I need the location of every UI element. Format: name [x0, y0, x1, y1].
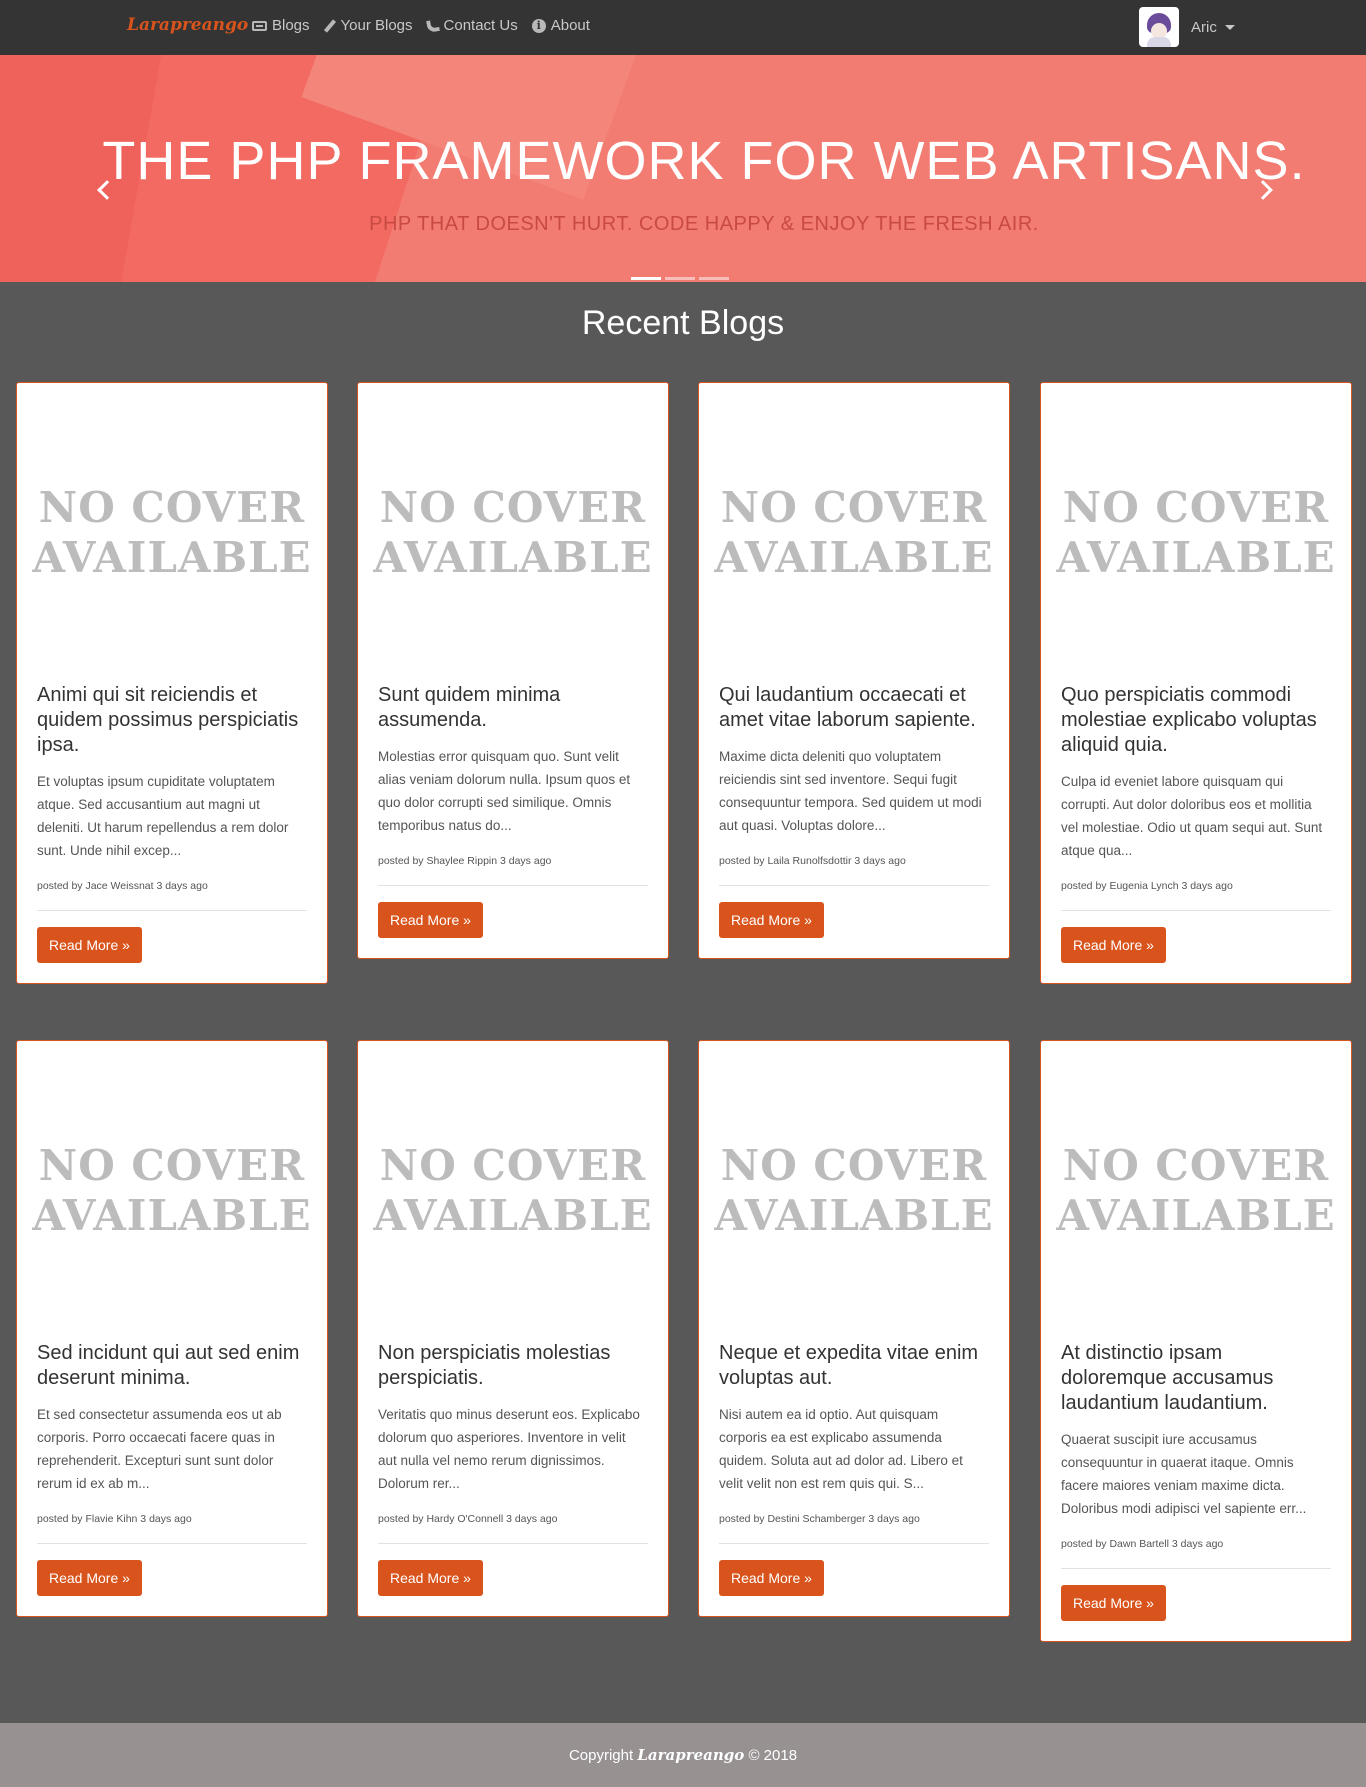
cover-placeholder: NO COVER AVAILABLE — [714, 483, 994, 582]
phone-icon — [425, 18, 440, 33]
read-more-button[interactable]: Read More » — [37, 927, 142, 963]
nav-link-label: Blogs — [272, 17, 310, 34]
brand-logo[interactable]: Larapreango — [127, 15, 248, 35]
card-title: Non perspiciatis molestias perspiciatis. — [378, 1342, 611, 1389]
read-more-button[interactable]: Read More » — [1061, 927, 1166, 963]
divider — [378, 885, 648, 886]
avatar — [1139, 7, 1179, 47]
nav-link-label: Contact Us — [443, 17, 518, 34]
blog-card: NO COVER AVAILABLE Animi qui sit reiciend… — [16, 382, 328, 984]
card-title: Neque et expedita vitae enim voluptas au… — [719, 1342, 979, 1389]
blog-card: NO COVER AVAILABLE At distinctio ipsam do… — [1040, 1040, 1352, 1642]
divider — [378, 1543, 648, 1544]
carousel-indicators — [631, 277, 729, 280]
blog-card: NO COVER AVAILABLE Sunt quidem minima ass… — [357, 382, 669, 959]
hero-subtitle: PHP THAT DOESN'T HURT. CODE HAPPY & ENJO… — [369, 213, 1039, 235]
hero-title: THE PHP FRAMEWORK FOR WEB ARTISANS. — [102, 131, 1306, 191]
blog-card: NO COVER AVAILABLE Sed incidunt qui aut s… — [16, 1040, 328, 1617]
read-more-button[interactable]: Read More » — [719, 902, 824, 938]
nav-link-label: About — [550, 17, 590, 34]
pencil-icon — [323, 18, 336, 33]
card-meta: posted by Dawn Bartell 3 days ago — [1061, 1538, 1224, 1550]
card-excerpt: Nisi autem ea id optio. Aut quisquam cor… — [719, 1407, 963, 1491]
nav-link-blogs[interactable]: Blogs — [252, 17, 310, 34]
blog-card: NO COVER AVAILABLE Non perspiciatis moles… — [357, 1040, 669, 1617]
carousel-indicator[interactable] — [631, 277, 661, 280]
card-meta: posted by Flavie Kihn 3 days ago — [37, 1513, 192, 1525]
cover-placeholder: NO COVER AVAILABLE — [1056, 1141, 1336, 1240]
card-meta: posted by Destini Schamberger 3 days ago — [719, 1513, 920, 1525]
cover-placeholder: NO COVER AVAILABLE — [32, 483, 312, 582]
read-more-button[interactable]: Read More » — [719, 1560, 824, 1596]
card-excerpt: Et voluptas ipsum cupiditate voluptatem … — [37, 774, 289, 858]
nav-link-your-blogs[interactable]: Your Blogs — [323, 17, 413, 34]
divider — [719, 1543, 989, 1544]
card-title: Animi qui sit reiciendis et quidem possi… — [37, 684, 299, 756]
card-meta: posted by Shaylee Rippin 3 days ago — [378, 855, 552, 867]
cover-placeholder: NO COVER AVAILABLE — [714, 1141, 994, 1240]
card-meta: posted by Hardy O'Connell 3 days ago — [378, 1513, 558, 1525]
cover-placeholder: NO COVER AVAILABLE — [32, 1141, 312, 1240]
read-more-button[interactable]: Read More » — [378, 902, 483, 938]
section-title: Recent Blogs — [581, 304, 785, 342]
card-title: Quo perspiciatis commodi molestiae expli… — [1061, 684, 1317, 756]
blog-card: NO COVER AVAILABLE Neque et expedita vita… — [698, 1040, 1010, 1617]
footer-prefix: Copyright — [568, 1747, 634, 1764]
card-meta: posted by Jace Weissnat 3 days ago — [37, 880, 208, 892]
card-meta: posted by Laila Runolfsdottir 3 days ago — [719, 855, 906, 867]
blog-card: NO COVER AVAILABLE Qui laudantium occaeca… — [698, 382, 1010, 959]
hero-carousel: THE PHP FRAMEWORK FOR WEB ARTISANS. PHP … — [0, 55, 1366, 282]
nav-link-contact-us[interactable]: Contact Us — [425, 17, 518, 34]
divider — [1061, 910, 1331, 911]
read-more-button[interactable]: Read More » — [37, 1560, 142, 1596]
card-title: Sed incidunt qui aut sed enim deserunt m… — [37, 1342, 300, 1389]
user-menu[interactable]: Aric — [1139, 7, 1235, 47]
card-title: Qui laudantium occaecati et amet vitae l… — [719, 684, 976, 731]
divider — [719, 885, 989, 886]
cover-placeholder: NO COVER AVAILABLE — [373, 483, 653, 582]
chevron-down-icon — [1224, 24, 1235, 30]
nav-link-about[interactable]: i About — [531, 17, 590, 34]
card-meta: posted by Eugenia Lynch 3 days ago — [1061, 880, 1233, 892]
blog-card: NO COVER AVAILABLE Quo perspiciatis commo… — [1040, 382, 1352, 984]
read-more-button[interactable]: Read More » — [1061, 1585, 1166, 1621]
carousel-indicator[interactable] — [665, 277, 695, 280]
footer-suffix: © 2018 — [748, 1747, 798, 1764]
card-excerpt: Maxime dicta deleniti quo voluptatem rei… — [719, 749, 982, 833]
card-title: At distinctio ipsam doloremque accusamus… — [1061, 1342, 1274, 1414]
card-title: Sunt quidem minima assumenda. — [378, 684, 561, 731]
read-more-button[interactable]: Read More » — [378, 1560, 483, 1596]
user-name: Aric — [1191, 18, 1217, 36]
card-excerpt: Et sed consectetur assumenda eos ut ab c… — [37, 1407, 282, 1491]
card-excerpt: Veritatis quo minus deserunt eos. Explic… — [378, 1407, 640, 1491]
nav-link-label: Your Blogs — [340, 17, 413, 34]
card-excerpt: Quaerat suscipit iure accusamus consequu… — [1061, 1432, 1307, 1516]
nav-links: Blogs Your Blogs Contact Us i About — [252, 17, 590, 34]
card-excerpt: Molestias error quisquam quo. Sunt velit… — [378, 749, 631, 833]
divider — [1061, 1568, 1331, 1569]
navbar: Larapreango Blogs Your Blogs Contact Us … — [0, 0, 1366, 55]
divider — [37, 910, 307, 911]
info-icon: i — [531, 18, 546, 33]
cover-placeholder: NO COVER AVAILABLE — [373, 1141, 653, 1240]
keyboard-icon — [252, 20, 267, 31]
footer-brand: Larapreango — [637, 1746, 745, 1764]
divider — [37, 1543, 307, 1544]
footer: Copyright Larapreango © 2018 — [0, 1723, 1366, 1787]
card-excerpt: Culpa id eveniet labore quisquam qui cor… — [1061, 774, 1323, 858]
cover-placeholder: NO COVER AVAILABLE — [1056, 483, 1336, 582]
carousel-indicator[interactable] — [699, 277, 729, 280]
